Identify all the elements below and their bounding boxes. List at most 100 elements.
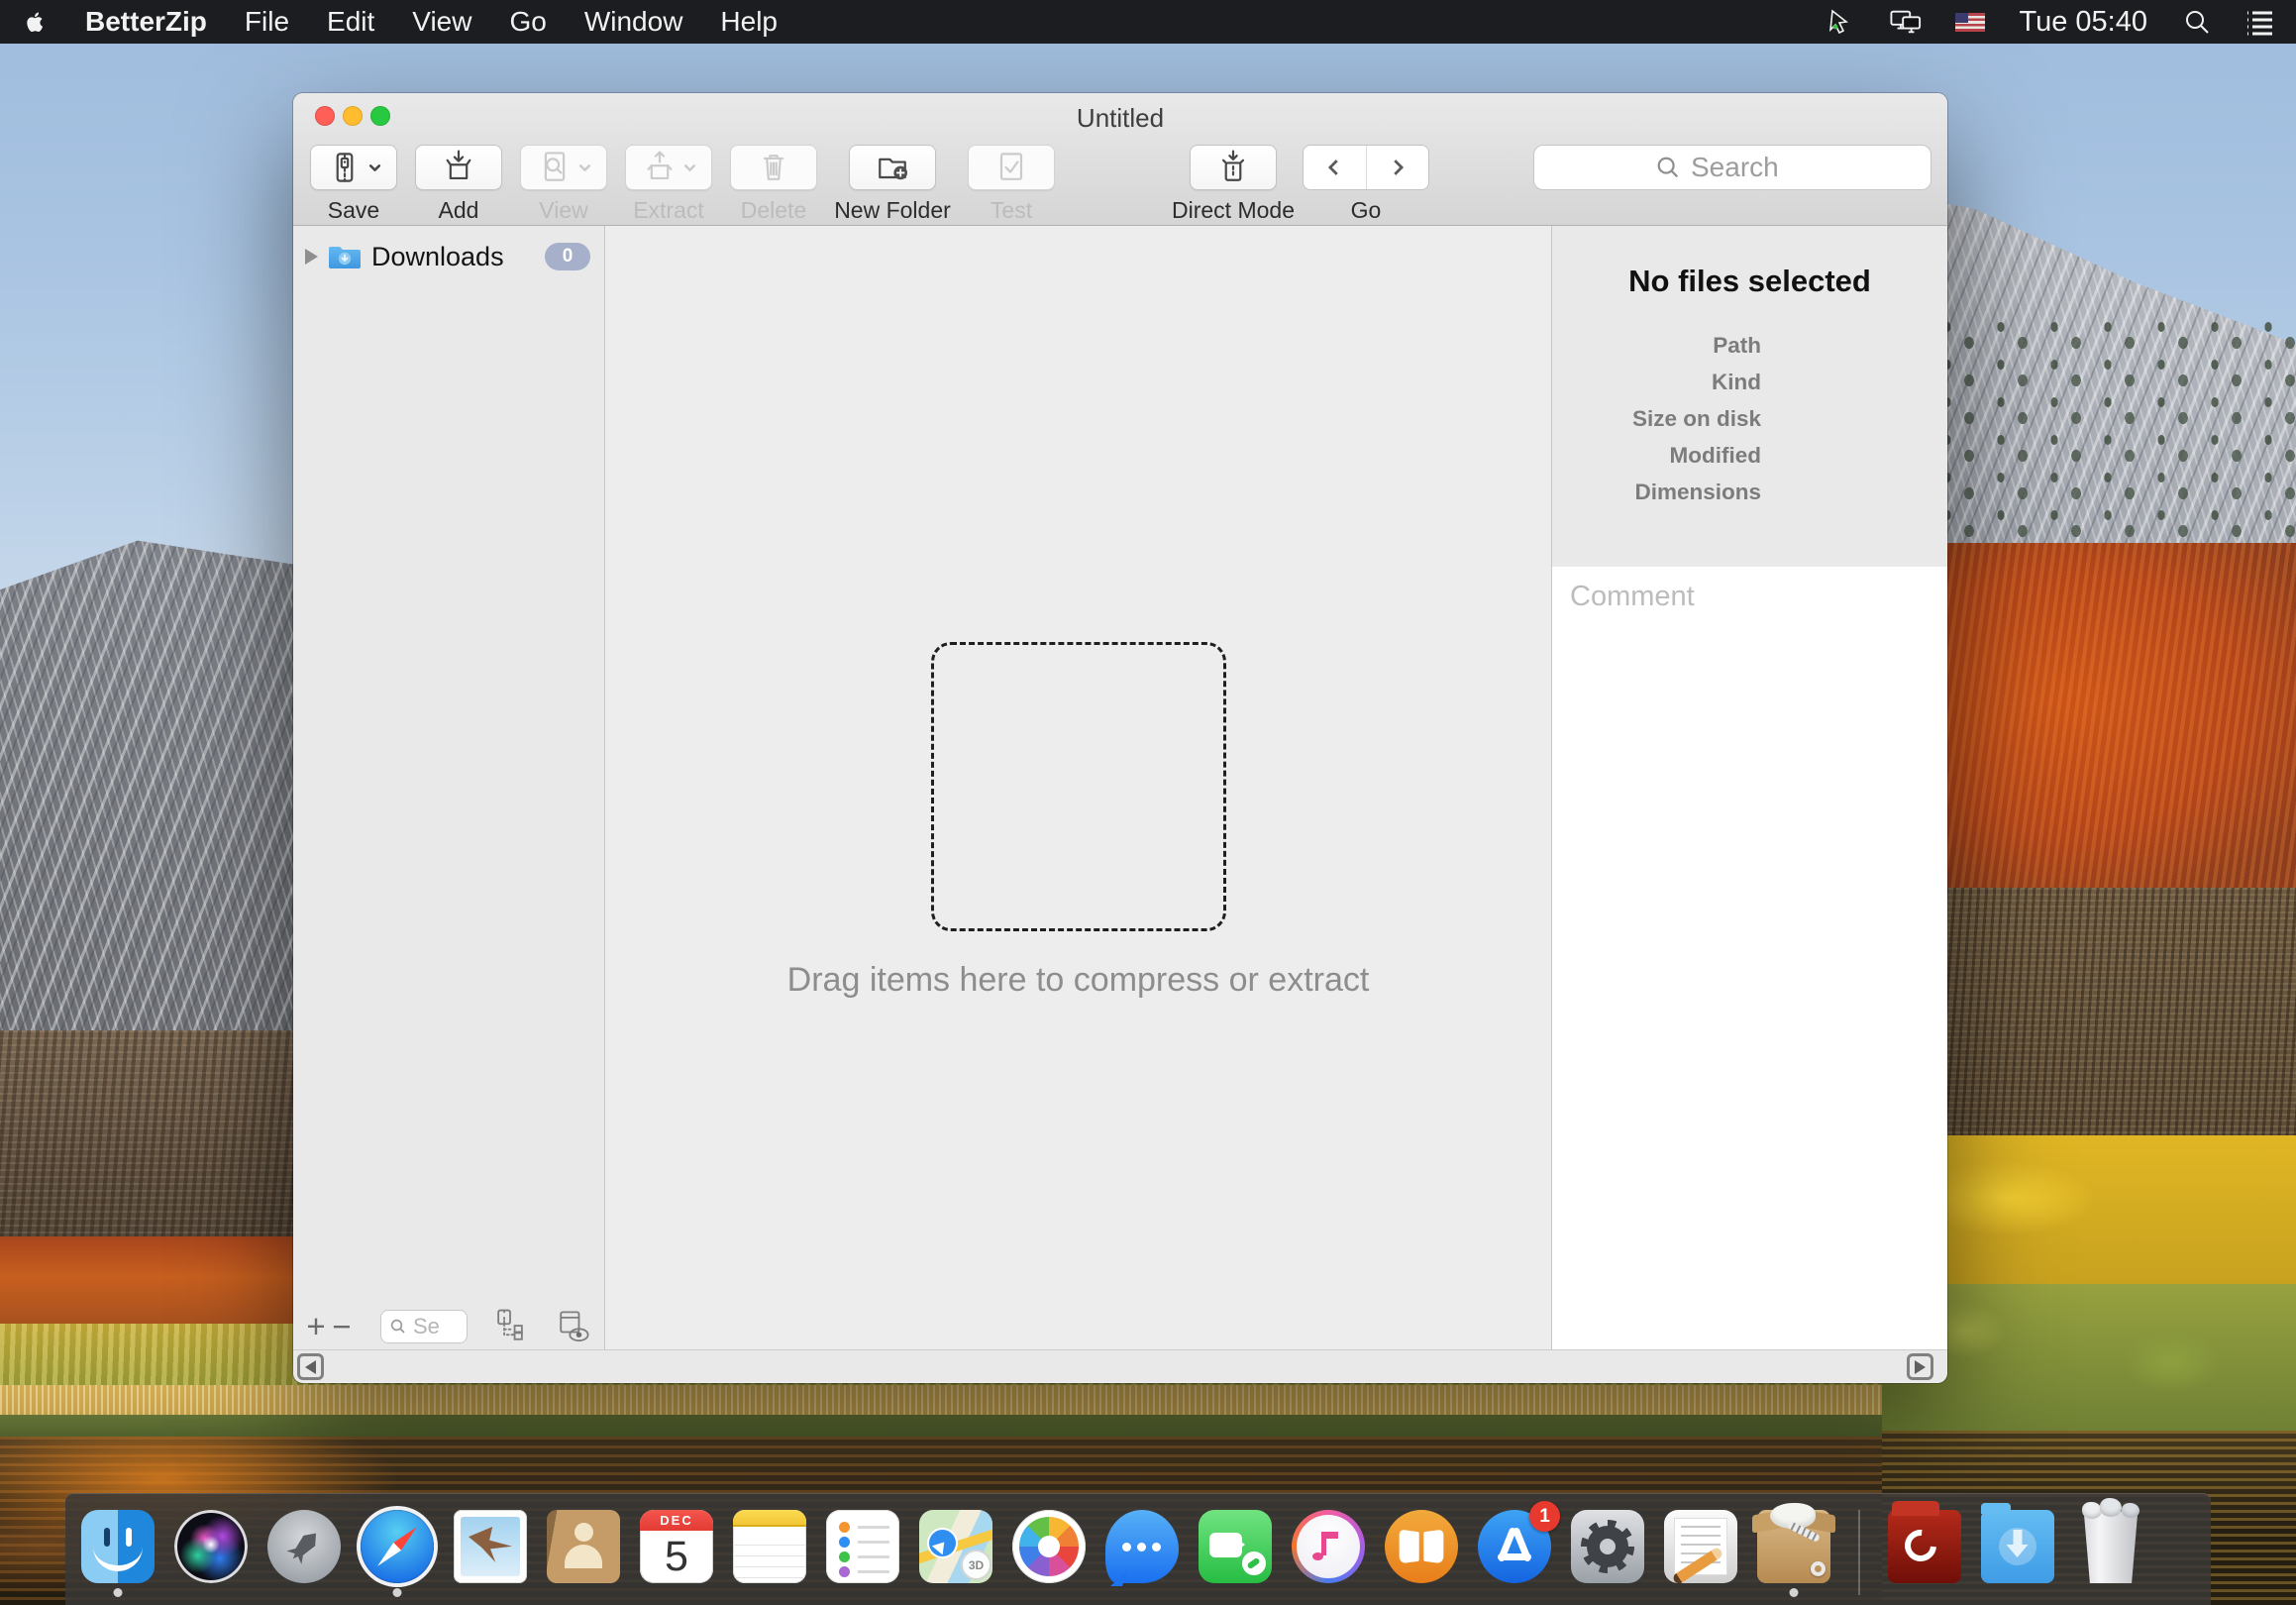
menu-go[interactable]: Go	[509, 6, 546, 38]
archive-content-area[interactable]: Drag items here to compress or extract	[605, 226, 1551, 1349]
add-archive-button[interactable]: +	[303, 1312, 329, 1341]
dock-reminders[interactable]	[826, 1510, 899, 1583]
pointer-icon[interactable]	[1825, 8, 1856, 36]
trash-icon	[754, 148, 793, 187]
apple-menu-icon[interactable]	[24, 7, 50, 37]
checkmark-document-icon	[991, 148, 1031, 187]
test-button[interactable]: Test	[967, 145, 1056, 224]
dock-textedit[interactable]	[1664, 1510, 1737, 1583]
title-bar[interactable]: Untitled	[293, 93, 1947, 139]
chevron-down-icon	[577, 160, 592, 175]
dock-system-preferences[interactable]	[1571, 1510, 1644, 1583]
comment-placeholder: Comment	[1570, 581, 1695, 612]
remove-archive-button[interactable]: −	[329, 1312, 355, 1341]
dock-downloads-folder[interactable]	[1981, 1510, 2054, 1583]
sidebar-item-label: Downloads	[371, 242, 504, 272]
dock-separator	[1858, 1510, 1860, 1595]
toolbar-search-field[interactable]	[1533, 145, 1931, 190]
extract-archive-icon	[640, 148, 679, 187]
window-title: Untitled	[293, 93, 1947, 143]
sidebar-search-field[interactable]	[380, 1310, 468, 1343]
comment-field[interactable]: Comment	[1552, 567, 1947, 1349]
new-folder-button[interactable]: New Folder	[834, 145, 951, 224]
dock-calendar[interactable]: DEC 5	[640, 1510, 713, 1583]
dock-maps[interactable]: 3D	[919, 1510, 992, 1583]
running-indicator	[393, 1588, 402, 1597]
horizontal-scrollbar[interactable]	[293, 1349, 1947, 1382]
chevron-down-icon	[682, 160, 697, 175]
menu-bar: BetterZip File Edit View Go Window Help …	[0, 0, 2296, 44]
inspector-panel: No files selected Path Kind Size on disk…	[1551, 226, 1947, 1349]
search-input[interactable]	[1691, 152, 1810, 183]
dock-notes[interactable]	[733, 1510, 806, 1583]
menu-view[interactable]: View	[412, 6, 471, 38]
add-button[interactable]: Add	[414, 145, 503, 224]
field-label-modified: Modified	[1552, 437, 1761, 474]
sidebar: Downloads 0 + −	[293, 226, 605, 1349]
toolbar: Save Add	[309, 145, 1931, 224]
maps-3d-label: 3D	[963, 1552, 990, 1578]
dock-facetime[interactable]	[1199, 1510, 1272, 1583]
file-info-section: No files selected Path Kind Size on disk…	[1552, 226, 1947, 567]
desktop: { "menu_bar": { "app_name": "BetterZip",…	[0, 0, 2296, 1605]
spotlight-search-icon[interactable]	[2181, 8, 2213, 36]
direct-mode-button[interactable]: Direct Mode	[1175, 145, 1292, 224]
menu-help[interactable]: Help	[720, 6, 778, 38]
dock-safari[interactable]	[361, 1510, 434, 1583]
dock-trash[interactable]	[2074, 1510, 2147, 1583]
go-forward-button[interactable]	[1366, 146, 1429, 189]
sidebar-search-input[interactable]	[413, 1314, 459, 1339]
chevron-down-icon	[367, 160, 382, 175]
delete-button[interactable]: Delete	[729, 145, 818, 224]
menu-clock[interactable]: Tue 05:40	[2019, 6, 2147, 39]
go-back-button[interactable]	[1304, 146, 1366, 189]
view-document-icon	[535, 148, 574, 187]
running-indicator	[114, 1588, 123, 1597]
zip-archive-icon	[325, 148, 365, 187]
menu-file[interactable]: File	[245, 6, 289, 38]
add-to-archive-icon	[439, 148, 478, 187]
dock-adobe-acrobat-folder[interactable]	[1888, 1510, 1961, 1583]
dock-betterzip[interactable]	[1757, 1510, 1830, 1583]
go-navigation: Go	[1307, 145, 1424, 224]
search-icon	[1655, 155, 1681, 180]
dock-contacts[interactable]	[547, 1510, 620, 1583]
notification-center-icon[interactable]	[2246, 8, 2278, 36]
sidebar-controls: + −	[293, 1304, 604, 1349]
dock-mail[interactable]	[454, 1510, 527, 1583]
scroll-left-button[interactable]	[297, 1353, 324, 1380]
drop-zone[interactable]	[931, 642, 1226, 931]
dock-launchpad[interactable]	[267, 1510, 341, 1583]
scroll-right-button[interactable]	[1907, 1353, 1933, 1380]
flatten-archive-icon[interactable]	[489, 1306, 531, 1347]
dock-photos[interactable]	[1012, 1510, 1086, 1583]
dock-app-store[interactable]: 1	[1478, 1510, 1551, 1583]
us-flag-icon[interactable]	[1955, 13, 1985, 32]
extract-button[interactable]: Extract	[624, 145, 713, 224]
dock-messages[interactable]	[1105, 1510, 1179, 1583]
chevron-right-icon	[1387, 157, 1409, 178]
dock-siri[interactable]	[174, 1510, 248, 1583]
running-indicator	[1790, 1588, 1799, 1597]
downloads-folder-icon	[328, 244, 362, 270]
preview-archive-icon[interactable]	[553, 1306, 594, 1347]
dock-finder[interactable]	[81, 1510, 155, 1583]
search-icon	[389, 1318, 407, 1336]
direct-mode-icon	[1213, 148, 1253, 187]
display-mirroring-icon[interactable]	[1890, 8, 1922, 36]
sidebar-item-downloads[interactable]: Downloads 0	[293, 234, 604, 279]
menu-edit[interactable]: Edit	[327, 6, 374, 38]
chevron-left-icon	[1323, 157, 1345, 178]
menu-window[interactable]: Window	[584, 6, 683, 38]
field-label-dimensions: Dimensions	[1552, 474, 1761, 510]
menu-app-name[interactable]: BetterZip	[85, 6, 207, 38]
app-store-badge: 1	[1529, 1501, 1560, 1532]
disclosure-triangle-icon[interactable]	[305, 249, 318, 265]
save-button[interactable]: Save	[309, 145, 398, 224]
dock-itunes[interactable]	[1292, 1510, 1365, 1583]
dock-books[interactable]	[1385, 1510, 1458, 1583]
archive-list[interactable]: Downloads 0	[293, 226, 604, 1304]
view-button[interactable]: View	[519, 145, 608, 224]
field-label-kind: Kind	[1552, 364, 1761, 400]
betterzip-window: Untitled Save	[293, 93, 1947, 1383]
